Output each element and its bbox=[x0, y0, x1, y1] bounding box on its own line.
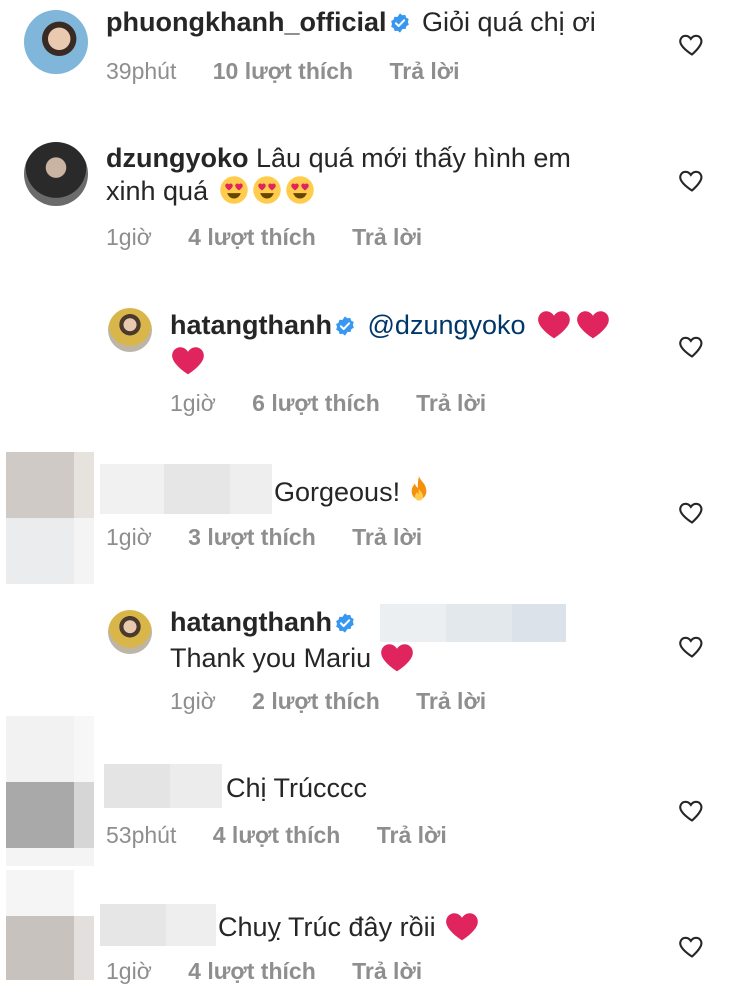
reply-button[interactable]: Trả lời bbox=[377, 822, 447, 848]
comment-meta: 1giờ 4 lượt thích Trả lời bbox=[106, 224, 452, 251]
comment-row: phuongkhanh_official Giỏi quá chị ơi 39p… bbox=[0, 0, 750, 120]
comment-time: 1giờ bbox=[170, 390, 216, 416]
likes-count[interactable]: 10 lượt thích bbox=[213, 58, 353, 84]
blurred-avatar bbox=[6, 716, 94, 866]
comment-meta: 1giờ 6 lượt thích Trả lời bbox=[170, 390, 516, 417]
username[interactable]: phuongkhanh_official bbox=[106, 7, 387, 37]
blurred-avatar bbox=[6, 452, 94, 584]
comment-time: 1giờ bbox=[106, 224, 152, 250]
reply-row: hatangthanh @dzungyoko 1giờ 6 lượt thích… bbox=[0, 300, 750, 440]
comment-meta: 1giờ 2 lượt thích Trả lời bbox=[170, 688, 516, 715]
likes-count[interactable]: 4 lượt thích bbox=[188, 224, 316, 250]
heart-outline-icon[interactable] bbox=[678, 166, 706, 194]
comment-text: dzungyoko Lâu quá mới thấy hình em xinh … bbox=[106, 142, 571, 208]
red-heart-emoji bbox=[379, 639, 415, 675]
comment-row: Chuỵ Trúc đây rồii 1giờ 4 lượt thích Trả… bbox=[0, 870, 750, 984]
likes-count[interactable]: 6 lượt thích bbox=[252, 390, 380, 416]
comment-text: Chuỵ Trúc đây rồii bbox=[218, 908, 480, 944]
avatar[interactable] bbox=[108, 610, 152, 654]
comment-meta: 1giờ 3 lượt thích Trả lời bbox=[106, 524, 452, 551]
heart-outline-icon[interactable] bbox=[678, 932, 706, 960]
likes-count[interactable]: 2 lượt thích bbox=[252, 688, 380, 714]
comment-text: phuongkhanh_official Giỏi quá chị ơi bbox=[106, 6, 596, 39]
avatar[interactable] bbox=[108, 308, 152, 352]
blurred-username bbox=[100, 464, 272, 514]
username[interactable]: hatangthanh bbox=[170, 310, 332, 340]
heart-outline-icon[interactable] bbox=[678, 332, 706, 360]
reply-button[interactable]: Trả lời bbox=[416, 390, 486, 416]
likes-count[interactable]: 4 lượt thích bbox=[188, 958, 316, 984]
comment-meta: 39phút 10 lượt thích Trả lời bbox=[106, 58, 490, 85]
likes-count[interactable]: 4 lượt thích bbox=[213, 822, 341, 848]
comment-time: 39phút bbox=[106, 58, 177, 84]
heart-outline-icon[interactable] bbox=[678, 30, 706, 58]
comment-body: Chuỵ Trúc đây rồii bbox=[218, 912, 436, 942]
heart-eyes-emoji bbox=[219, 175, 249, 205]
comment-meta: 1giờ 4 lượt thích Trả lời bbox=[106, 958, 452, 985]
comment-time: 1giờ bbox=[170, 688, 216, 714]
reply-button[interactable]: Trả lời bbox=[390, 58, 460, 84]
avatar[interactable] bbox=[24, 142, 88, 206]
verified-badge-icon bbox=[334, 612, 356, 634]
heart-eyes-emoji bbox=[285, 175, 315, 205]
comment-body: Thank you Mariu bbox=[170, 643, 372, 673]
likes-count[interactable]: 3 lượt thích bbox=[188, 524, 316, 550]
reply-button[interactable]: Trả lời bbox=[416, 688, 486, 714]
avatar[interactable] bbox=[24, 10, 88, 74]
blurred-username bbox=[100, 904, 216, 946]
red-heart-emoji bbox=[170, 342, 206, 378]
comment-text: hatangthanh Thank you Mariu bbox=[170, 606, 415, 675]
comment-text: hatangthanh @dzungyoko bbox=[170, 306, 611, 381]
comment-time: 53phút bbox=[106, 822, 177, 848]
heart-outline-icon[interactable] bbox=[678, 632, 706, 660]
verified-badge-icon bbox=[389, 12, 411, 34]
red-heart-emoji bbox=[444, 908, 480, 944]
reply-row: hatangthanh Thank you Mariu 1giờ 2 lượt … bbox=[0, 600, 750, 720]
reply-button[interactable]: Trả lời bbox=[352, 524, 422, 550]
mention-link[interactable]: @dzungyoko bbox=[368, 310, 526, 340]
comment-body: Chị Trúcccc bbox=[226, 773, 368, 803]
comment-body-line2: xinh quá bbox=[106, 176, 209, 206]
red-heart-emoji bbox=[575, 306, 611, 342]
reply-button[interactable]: Trả lời bbox=[352, 958, 422, 984]
heart-outline-icon[interactable] bbox=[678, 498, 706, 526]
reply-button[interactable]: Trả lời bbox=[352, 224, 422, 250]
fire-emoji bbox=[403, 474, 435, 506]
heart-eyes-emoji bbox=[252, 175, 282, 205]
username[interactable]: dzungyoko bbox=[106, 143, 249, 173]
comment-text: Chị Trúcccc bbox=[226, 772, 367, 805]
comment-time: 1giờ bbox=[106, 958, 152, 984]
comment-text: Gorgeous! bbox=[274, 474, 435, 509]
comment-body: Giỏi quá chị ơi bbox=[422, 7, 596, 37]
blurred-username bbox=[104, 764, 222, 808]
verified-badge-icon bbox=[334, 315, 356, 337]
comment-row: Chị Trúcccc 53phút 4 lượt thích Trả lời bbox=[0, 716, 750, 872]
heart-outline-icon[interactable] bbox=[678, 796, 706, 824]
comment-body: Gorgeous! bbox=[274, 477, 401, 507]
blurred-avatar bbox=[6, 870, 94, 980]
comment-meta: 53phút 4 lượt thích Trả lời bbox=[106, 822, 477, 849]
comment-time: 1giờ bbox=[106, 524, 152, 550]
comment-body: Lâu quá mới thấy hình em bbox=[256, 143, 571, 173]
comment-row: dzungyoko Lâu quá mới thấy hình em xinh … bbox=[0, 120, 750, 280]
comment-row: Gorgeous! 1giờ 3 lượt thích Trả lời bbox=[0, 452, 750, 588]
red-heart-emoji bbox=[536, 306, 572, 342]
blurred-mention bbox=[380, 604, 566, 642]
username[interactable]: hatangthanh bbox=[170, 607, 332, 637]
